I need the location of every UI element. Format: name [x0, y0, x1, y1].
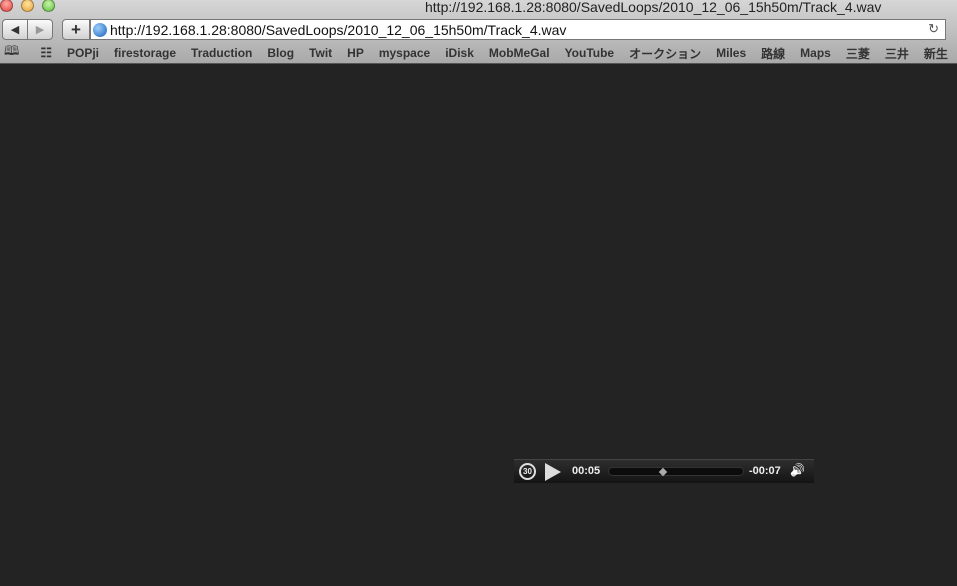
skip-back-30-button[interactable]: 30 [519, 463, 536, 480]
bookmark-item[interactable]: firestorage [114, 46, 176, 60]
bookmark-item[interactable]: 路線 [761, 45, 785, 62]
reload-icon[interactable]: ↻ [928, 21, 939, 37]
close-button[interactable] [0, 0, 13, 12]
seek-slider[interactable] [608, 467, 744, 477]
play-button[interactable] [545, 463, 561, 481]
bookmark-item[interactable]: 三井 [885, 45, 909, 62]
bookmark-item[interactable]: MobMeGal [489, 46, 550, 60]
bookmark-item[interactable]: iDisk [445, 46, 474, 60]
plus-icon: + [71, 19, 81, 39]
globe-icon [93, 23, 107, 37]
remaining-time: -00:07 [749, 465, 781, 477]
audio-player: 30 00:05 -00:07 🔊 [514, 459, 814, 483]
back-icon: ◀ [10, 24, 20, 36]
bookmarks-book-icon[interactable]: 🕮 [4, 42, 19, 64]
toolbar: ◀ ▶ + http://192.168.1.28:8080/SavedLoop… [0, 19, 957, 41]
minimize-button[interactable] [21, 0, 34, 12]
back-button[interactable]: ◀ [2, 19, 28, 40]
bookmark-item[interactable]: オークション [629, 45, 701, 62]
elapsed-time: 00:05 [572, 465, 601, 477]
browser-chrome: http://192.168.1.28:8080/SavedLoops/2010… [0, 0, 957, 64]
bookmark-item[interactable]: Blog [267, 46, 294, 60]
url-text[interactable]: http://192.168.1.28:8080/SavedLoops/2010… [110, 22, 566, 38]
bookmark-item[interactable]: Twit [309, 46, 332, 60]
seek-thumb[interactable] [658, 467, 668, 477]
bookmark-item[interactable]: Maps [800, 46, 831, 60]
window-title: http://192.168.1.28:8080/SavedLoops/2010… [425, 0, 882, 15]
bookmark-item[interactable]: YouTube [565, 46, 615, 60]
bookmarks-bar: 🕮 ☷ POPji firestorage Traduction Blog Tw… [0, 42, 957, 64]
forward-icon: ▶ [35, 24, 45, 36]
bookmark-item[interactable]: 三菱 [846, 45, 870, 62]
bookmark-item[interactable]: Traduction [191, 46, 252, 60]
bookmark-item[interactable]: myspace [379, 46, 430, 60]
bookmark-item[interactable]: POPji [67, 46, 99, 60]
bookmark-item[interactable]: 新生 [924, 45, 948, 62]
bookmark-item[interactable]: HP [347, 46, 364, 60]
zoom-button[interactable] [42, 0, 55, 12]
top-sites-grid-icon[interactable]: ☷ [40, 45, 52, 61]
skip-back-label: 30 [523, 467, 532, 476]
add-bookmark-button[interactable]: + [62, 19, 90, 40]
title-bar: http://192.168.1.28:8080/SavedLoops/2010… [0, 0, 957, 15]
forward-button[interactable]: ▶ [27, 19, 53, 40]
bookmark-item[interactable]: Miles [716, 46, 746, 60]
volume-icon[interactable]: 🔊 [790, 463, 805, 477]
address-bar[interactable]: http://192.168.1.28:8080/SavedLoops/2010… [90, 19, 946, 40]
